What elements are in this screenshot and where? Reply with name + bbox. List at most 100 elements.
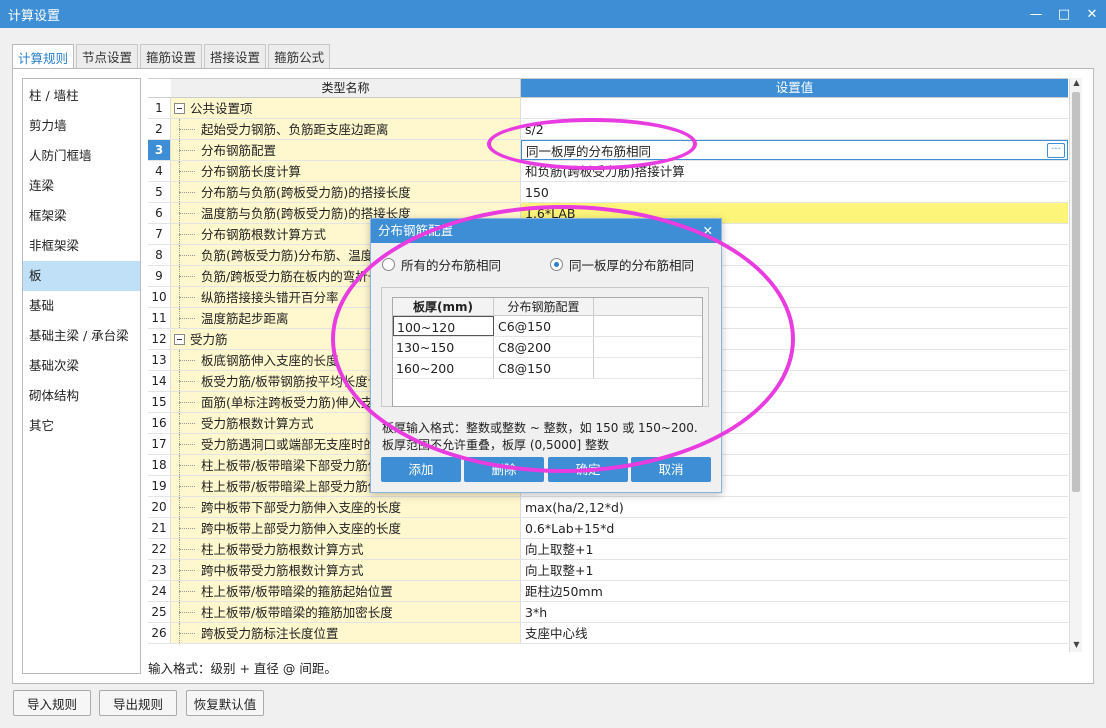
restore-default-button[interactable]: 恢复默认值: [186, 690, 264, 716]
table-row[interactable]: 2 起始受力钢筋、负筋距支座边距离 s/2: [148, 119, 1068, 140]
row-number[interactable]: 23: [148, 560, 171, 580]
add-button[interactable]: 添加: [381, 457, 461, 482]
row-number[interactable]: 24: [148, 581, 171, 601]
table-row[interactable]: 22 柱上板带受力筋根数计算方式 向上取整+1: [148, 539, 1068, 560]
setting-name-cell[interactable]: 分布钢筋配置: [171, 140, 521, 160]
setting-value-cell[interactable]: 3*h: [521, 602, 1068, 622]
table-row[interactable]: 21 跨中板带上部受力筋伸入支座的长度 0.6*Lab+15*d: [148, 518, 1068, 539]
table-row[interactable]: 23 跨中板带受力筋根数计算方式 向上取整+1: [148, 560, 1068, 581]
row-number[interactable]: 9: [148, 266, 171, 286]
row-number[interactable]: 16: [148, 413, 171, 433]
table-row[interactable]: 3 分布钢筋配置 同一板厚的分布筋相同 ···: [148, 140, 1068, 161]
row-number[interactable]: 3: [148, 140, 171, 160]
setting-name-cell[interactable]: 柱上板带受力筋根数计算方式: [171, 539, 521, 559]
setting-value-cell[interactable]: 0.6*Lab+15*d: [521, 518, 1068, 538]
sidebar-item-foundation[interactable]: 基础: [23, 291, 140, 321]
setting-name-cell[interactable]: 起始受力钢筋、负筋距支座边距离: [171, 119, 521, 139]
radio-all-same[interactable]: 所有的分布筋相同: [382, 255, 501, 274]
sidebar-item-masonry[interactable]: 砌体结构: [23, 381, 140, 411]
cancel-button[interactable]: 取消: [631, 457, 711, 482]
grid-scrollbar[interactable]: ▲ ▼: [1069, 78, 1082, 652]
row-number[interactable]: 19: [148, 476, 171, 496]
thickness-cell[interactable]: 130~150: [393, 337, 494, 357]
setting-value-cell[interactable]: max(ha/2,12*d): [521, 497, 1068, 517]
table-row[interactable]: 100~120 C6@150: [393, 316, 702, 337]
row-number[interactable]: 13: [148, 350, 171, 370]
radio-selected-icon[interactable]: [550, 258, 563, 271]
table-row[interactable]: 160~200 C8@150: [393, 358, 702, 379]
setting-value-cell[interactable]: 同一板厚的分布筋相同 ···: [521, 140, 1068, 160]
sidebar-item-slab[interactable]: 板: [23, 261, 140, 291]
row-number[interactable]: 26: [148, 623, 171, 643]
sidebar-item-shear-wall[interactable]: 剪力墙: [23, 111, 140, 141]
row-number[interactable]: 15: [148, 392, 171, 412]
setting-value-cell[interactable]: 向上取整+1: [521, 560, 1068, 580]
row-number[interactable]: 4: [148, 161, 171, 181]
import-rules-button[interactable]: 导入规则: [13, 690, 91, 716]
row-number[interactable]: 5: [148, 182, 171, 202]
setting-value-cell[interactable]: 150: [521, 182, 1068, 202]
table-row[interactable]: 25 柱上板带/板带暗梁的箍筋加密长度 3*h: [148, 602, 1068, 623]
tab-node-settings[interactable]: 节点设置: [76, 44, 139, 68]
dialog-close-icon[interactable]: ✕: [703, 219, 713, 243]
tab-stirrup-formula[interactable]: 箍筋公式: [268, 44, 331, 68]
radio-button-icon[interactable]: [382, 258, 395, 271]
close-icon[interactable]: ✕: [1078, 0, 1106, 28]
scroll-down-icon[interactable]: ▼: [1070, 640, 1083, 652]
ellipsis-icon[interactable]: ···: [1047, 143, 1065, 158]
row-number[interactable]: 12: [148, 329, 171, 349]
setting-name-cell[interactable]: 跨中板带下部受力筋伸入支座的长度: [171, 497, 521, 517]
row-number[interactable]: 14: [148, 371, 171, 391]
sidebar-item-frame-beam[interactable]: 框架梁: [23, 201, 140, 231]
sidebar-item-civil-door-wall[interactable]: 人防门框墙: [23, 141, 140, 171]
ok-button[interactable]: 确定: [548, 457, 628, 482]
setting-value-cell[interactable]: [521, 98, 1068, 118]
row-number[interactable]: 17: [148, 434, 171, 454]
config-cell[interactable]: C6@150: [494, 316, 594, 336]
setting-value-cell[interactable]: s/2: [521, 119, 1068, 139]
row-number[interactable]: 7: [148, 224, 171, 244]
setting-name-cell[interactable]: 柱上板带/板带暗梁的箍筋加密长度: [171, 602, 521, 622]
row-number[interactable]: 21: [148, 518, 171, 538]
row-number[interactable]: 10: [148, 287, 171, 307]
thickness-cell[interactable]: 160~200: [393, 358, 494, 378]
tab-lap-settings[interactable]: 搭接设置: [204, 44, 267, 68]
table-row[interactable]: 26 跨板受力筋标注长度位置 支座中心线: [148, 623, 1068, 644]
row-number[interactable]: 8: [148, 245, 171, 265]
setting-name-cell[interactable]: 跨板受力筋标注长度位置: [171, 623, 521, 643]
sidebar-item-coupling-beam[interactable]: 连梁: [23, 171, 140, 201]
config-cell[interactable]: C8@200: [494, 337, 594, 357]
tab-calc-rules[interactable]: 计算规则: [12, 44, 75, 69]
radio-same-thickness[interactable]: 同一板厚的分布筋相同: [550, 255, 694, 274]
setting-name-cell[interactable]: 分布筋与负筋(跨板受力筋)的搭接长度: [171, 182, 521, 202]
row-number[interactable]: 20: [148, 497, 171, 517]
collapse-icon[interactable]: [174, 103, 185, 114]
row-number[interactable]: 1: [148, 98, 171, 118]
sidebar-item-other[interactable]: 其它: [23, 411, 140, 441]
setting-name-cell[interactable]: 跨中板带上部受力筋伸入支座的长度: [171, 518, 521, 538]
tab-stirrup-settings[interactable]: 箍筋设置: [140, 44, 203, 68]
row-number[interactable]: 25: [148, 602, 171, 622]
table-row[interactable]: 24 柱上板带/板带暗梁的箍筋起始位置 距柱边50mm: [148, 581, 1068, 602]
setting-value-cell[interactable]: 距柱边50mm: [521, 581, 1068, 601]
export-rules-button[interactable]: 导出规则: [99, 690, 177, 716]
scroll-up-icon[interactable]: ▲: [1070, 78, 1083, 90]
sidebar-item-foundation-secondary-beam[interactable]: 基础次梁: [23, 351, 140, 381]
delete-button[interactable]: 删除: [464, 457, 544, 482]
sidebar-item-column[interactable]: 柱 / 墙柱: [23, 81, 140, 111]
setting-name-cell[interactable]: 公共设置项: [171, 98, 521, 118]
setting-value-cell[interactable]: 向上取整+1: [521, 539, 1068, 559]
setting-name-cell[interactable]: 分布钢筋长度计算: [171, 161, 521, 181]
column-header-value[interactable]: 设置值: [521, 79, 1068, 97]
collapse-icon[interactable]: [174, 334, 185, 345]
column-header-name[interactable]: 类型名称: [171, 79, 521, 97]
row-number[interactable]: 2: [148, 119, 171, 139]
setting-value-cell[interactable]: 支座中心线: [521, 623, 1068, 643]
table-row[interactable]: 5 分布筋与负筋(跨板受力筋)的搭接长度 150: [148, 182, 1068, 203]
row-number[interactable]: 6: [148, 203, 171, 223]
maximize-icon[interactable]: □: [1050, 0, 1078, 28]
sidebar-item-non-frame-beam[interactable]: 非框架梁: [23, 231, 140, 261]
scrollbar-thumb[interactable]: [1072, 92, 1080, 492]
setting-name-cell[interactable]: 跨中板带受力筋根数计算方式: [171, 560, 521, 580]
table-row[interactable]: 1 公共设置项: [148, 98, 1068, 119]
